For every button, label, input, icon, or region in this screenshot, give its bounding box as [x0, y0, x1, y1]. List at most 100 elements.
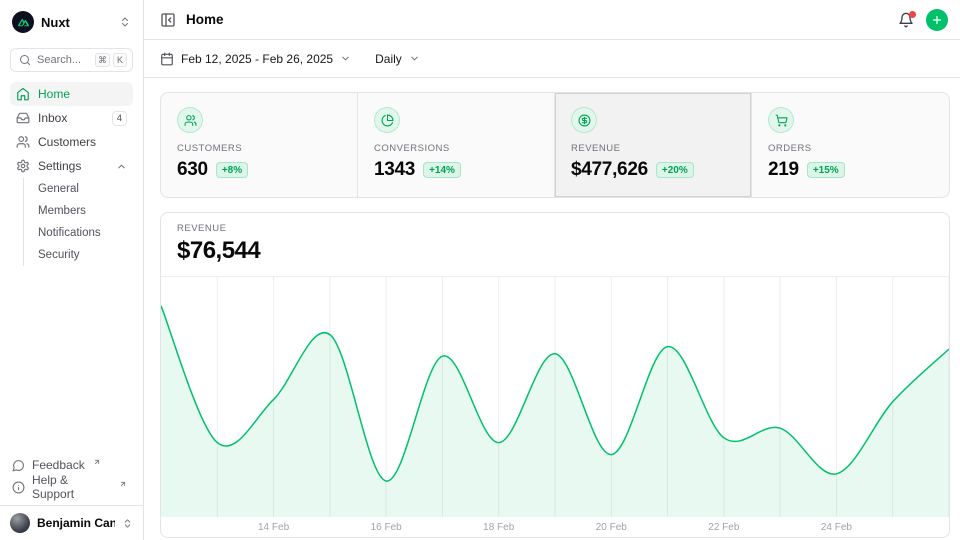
- users-icon: [16, 135, 30, 149]
- chart-title: REVENUE: [177, 223, 933, 234]
- chart-header: REVENUE $76,544: [161, 213, 949, 277]
- stat-delta-badge: +15%: [807, 162, 845, 178]
- circle-dollar-icon: [571, 107, 597, 133]
- sidebar-item-members[interactable]: Members: [38, 200, 133, 222]
- sub-item-label: General: [38, 183, 79, 195]
- chart-total-value: $76,544: [177, 237, 933, 265]
- stat-delta-badge: +20%: [656, 162, 694, 178]
- stat-label: CUSTOMERS: [177, 143, 341, 154]
- arrow-up-right-icon: [93, 458, 101, 466]
- stat-value: 219: [768, 159, 799, 181]
- sub-item-label: Members: [38, 205, 86, 217]
- sidebar-item-home[interactable]: Home: [10, 82, 133, 106]
- plus-icon: [931, 14, 943, 26]
- sidebar-item-notifications[interactable]: Notifications: [38, 222, 133, 244]
- search-shortcut: ⌘ K: [95, 53, 127, 67]
- chevrons-up-down-icon: [122, 518, 133, 529]
- sidebar: Nuxt Search... ⌘ K H: [0, 0, 144, 540]
- x-tick-label: 22 Feb: [708, 522, 739, 533]
- notifications-button[interactable]: [898, 12, 914, 28]
- workspace-switcher[interactable]: Nuxt: [10, 9, 133, 35]
- search-icon: [19, 54, 31, 66]
- search-input[interactable]: Search... ⌘ K: [10, 48, 133, 72]
- sub-item-label: Notifications: [38, 227, 101, 239]
- sidebar-item-settings[interactable]: Settings: [10, 154, 133, 178]
- period-label: Daily: [375, 52, 402, 66]
- sidebar-item-security[interactable]: Security: [38, 244, 133, 266]
- cart-icon: [768, 107, 794, 133]
- topbar: Home: [144, 0, 960, 40]
- toolbar: Feb 12, 2025 - Feb 26, 2025 Daily: [144, 40, 960, 78]
- stat-card-orders[interactable]: ORDERS 219 +15%: [752, 93, 949, 197]
- stat-card-customers[interactable]: CUSTOMERS 630 +8%: [161, 93, 358, 197]
- k-kbd: K: [113, 53, 127, 67]
- chevron-down-icon: [409, 53, 420, 64]
- stat-value: 1343: [374, 159, 415, 181]
- gear-icon: [16, 159, 30, 173]
- sidebar-item-general[interactable]: General: [38, 178, 133, 200]
- sub-item-label: Security: [38, 249, 80, 261]
- date-range-label: Feb 12, 2025 - Feb 26, 2025: [181, 52, 333, 66]
- user-menu[interactable]: Benjamin Canac: [0, 505, 143, 540]
- stat-card-revenue[interactable]: REVENUE $477,626 +20%: [555, 93, 752, 197]
- x-tick-label: 14 Feb: [258, 522, 289, 533]
- search-placeholder: Search...: [37, 54, 89, 66]
- date-range-picker[interactable]: Feb 12, 2025 - Feb 26, 2025: [160, 52, 351, 66]
- workspace-name: Nuxt: [41, 15, 112, 30]
- revenue-area-chart[interactable]: [161, 277, 949, 517]
- nuxt-logo: [12, 11, 34, 33]
- stat-value: $477,626: [571, 159, 648, 181]
- calendar-icon: [160, 52, 174, 66]
- inbox-count-badge: 4: [112, 111, 127, 126]
- sidebar-item-inbox[interactable]: Inbox 4: [10, 106, 133, 130]
- avatar: [10, 513, 30, 533]
- x-tick-label: 24 Feb: [821, 522, 852, 533]
- settings-submenu: General Members Notifications Security: [23, 178, 133, 266]
- stat-label: ORDERS: [768, 143, 933, 154]
- sidebar-item-label: Home: [38, 87, 127, 101]
- sidebar-top: Nuxt Search... ⌘ K: [0, 0, 143, 72]
- content: CUSTOMERS 630 +8% CONVERSIONS 1343 +14%: [144, 78, 960, 538]
- stats-row: CUSTOMERS 630 +8% CONVERSIONS 1343 +14%: [160, 92, 950, 198]
- sidebar-item-customers[interactable]: Customers: [10, 130, 133, 154]
- link-label: Help & Support: [32, 473, 111, 501]
- area-chart-svg: [161, 277, 949, 517]
- user-name: Benjamin Canac: [37, 516, 115, 530]
- period-select[interactable]: Daily: [375, 52, 420, 66]
- chevron-up-icon: [116, 161, 127, 172]
- sidebar-item-label: Customers: [38, 135, 127, 149]
- stat-card-conversions[interactable]: CONVERSIONS 1343 +14%: [358, 93, 555, 197]
- page-title: Home: [186, 12, 898, 27]
- home-icon: [16, 87, 30, 101]
- sidebar-nav: Home Inbox 4 Customers Settings: [0, 72, 143, 454]
- users-icon: [177, 107, 203, 133]
- message-circle-icon: [12, 459, 25, 472]
- add-new-button[interactable]: [926, 9, 948, 31]
- sidebar-item-label: Inbox: [38, 111, 104, 125]
- help-support-link[interactable]: Help & Support: [10, 476, 133, 498]
- arrow-up-right-icon: [119, 480, 127, 488]
- stat-label: CONVERSIONS: [374, 143, 538, 154]
- chevrons-up-down-icon: [119, 16, 131, 28]
- stat-delta-badge: +8%: [216, 162, 248, 178]
- panel-left-close-icon[interactable]: [160, 12, 176, 28]
- notification-dot: [909, 11, 916, 18]
- stat-value: 630: [177, 159, 208, 181]
- x-tick-label: 18 Feb: [483, 522, 514, 533]
- main-panel: Home Feb 12, 2025 - Feb 26, 2025 Daily: [144, 0, 960, 540]
- chevron-down-icon: [340, 53, 351, 64]
- inbox-icon: [16, 111, 30, 125]
- pie-chart-icon: [374, 107, 400, 133]
- stat-delta-badge: +14%: [423, 162, 461, 178]
- stat-label: REVENUE: [571, 143, 735, 154]
- sidebar-item-label: Settings: [38, 159, 108, 173]
- link-label: Feedback: [32, 458, 85, 472]
- x-tick-label: 16 Feb: [371, 522, 402, 533]
- meta-kbd: ⌘: [95, 53, 110, 67]
- info-icon: [12, 481, 25, 494]
- x-tick-label: 20 Feb: [596, 522, 627, 533]
- app-window: Nuxt Search... ⌘ K H: [0, 0, 960, 540]
- revenue-chart-card: REVENUE $76,544 14 Feb 16 Feb 18 Feb 20 Feb…: [160, 212, 950, 538]
- sidebar-footer-links: Feedback Help & Support: [0, 454, 143, 505]
- chart-x-axis: 14 Feb 16 Feb 18 Feb 20 Feb 22 Feb 24 Feb: [161, 517, 949, 537]
